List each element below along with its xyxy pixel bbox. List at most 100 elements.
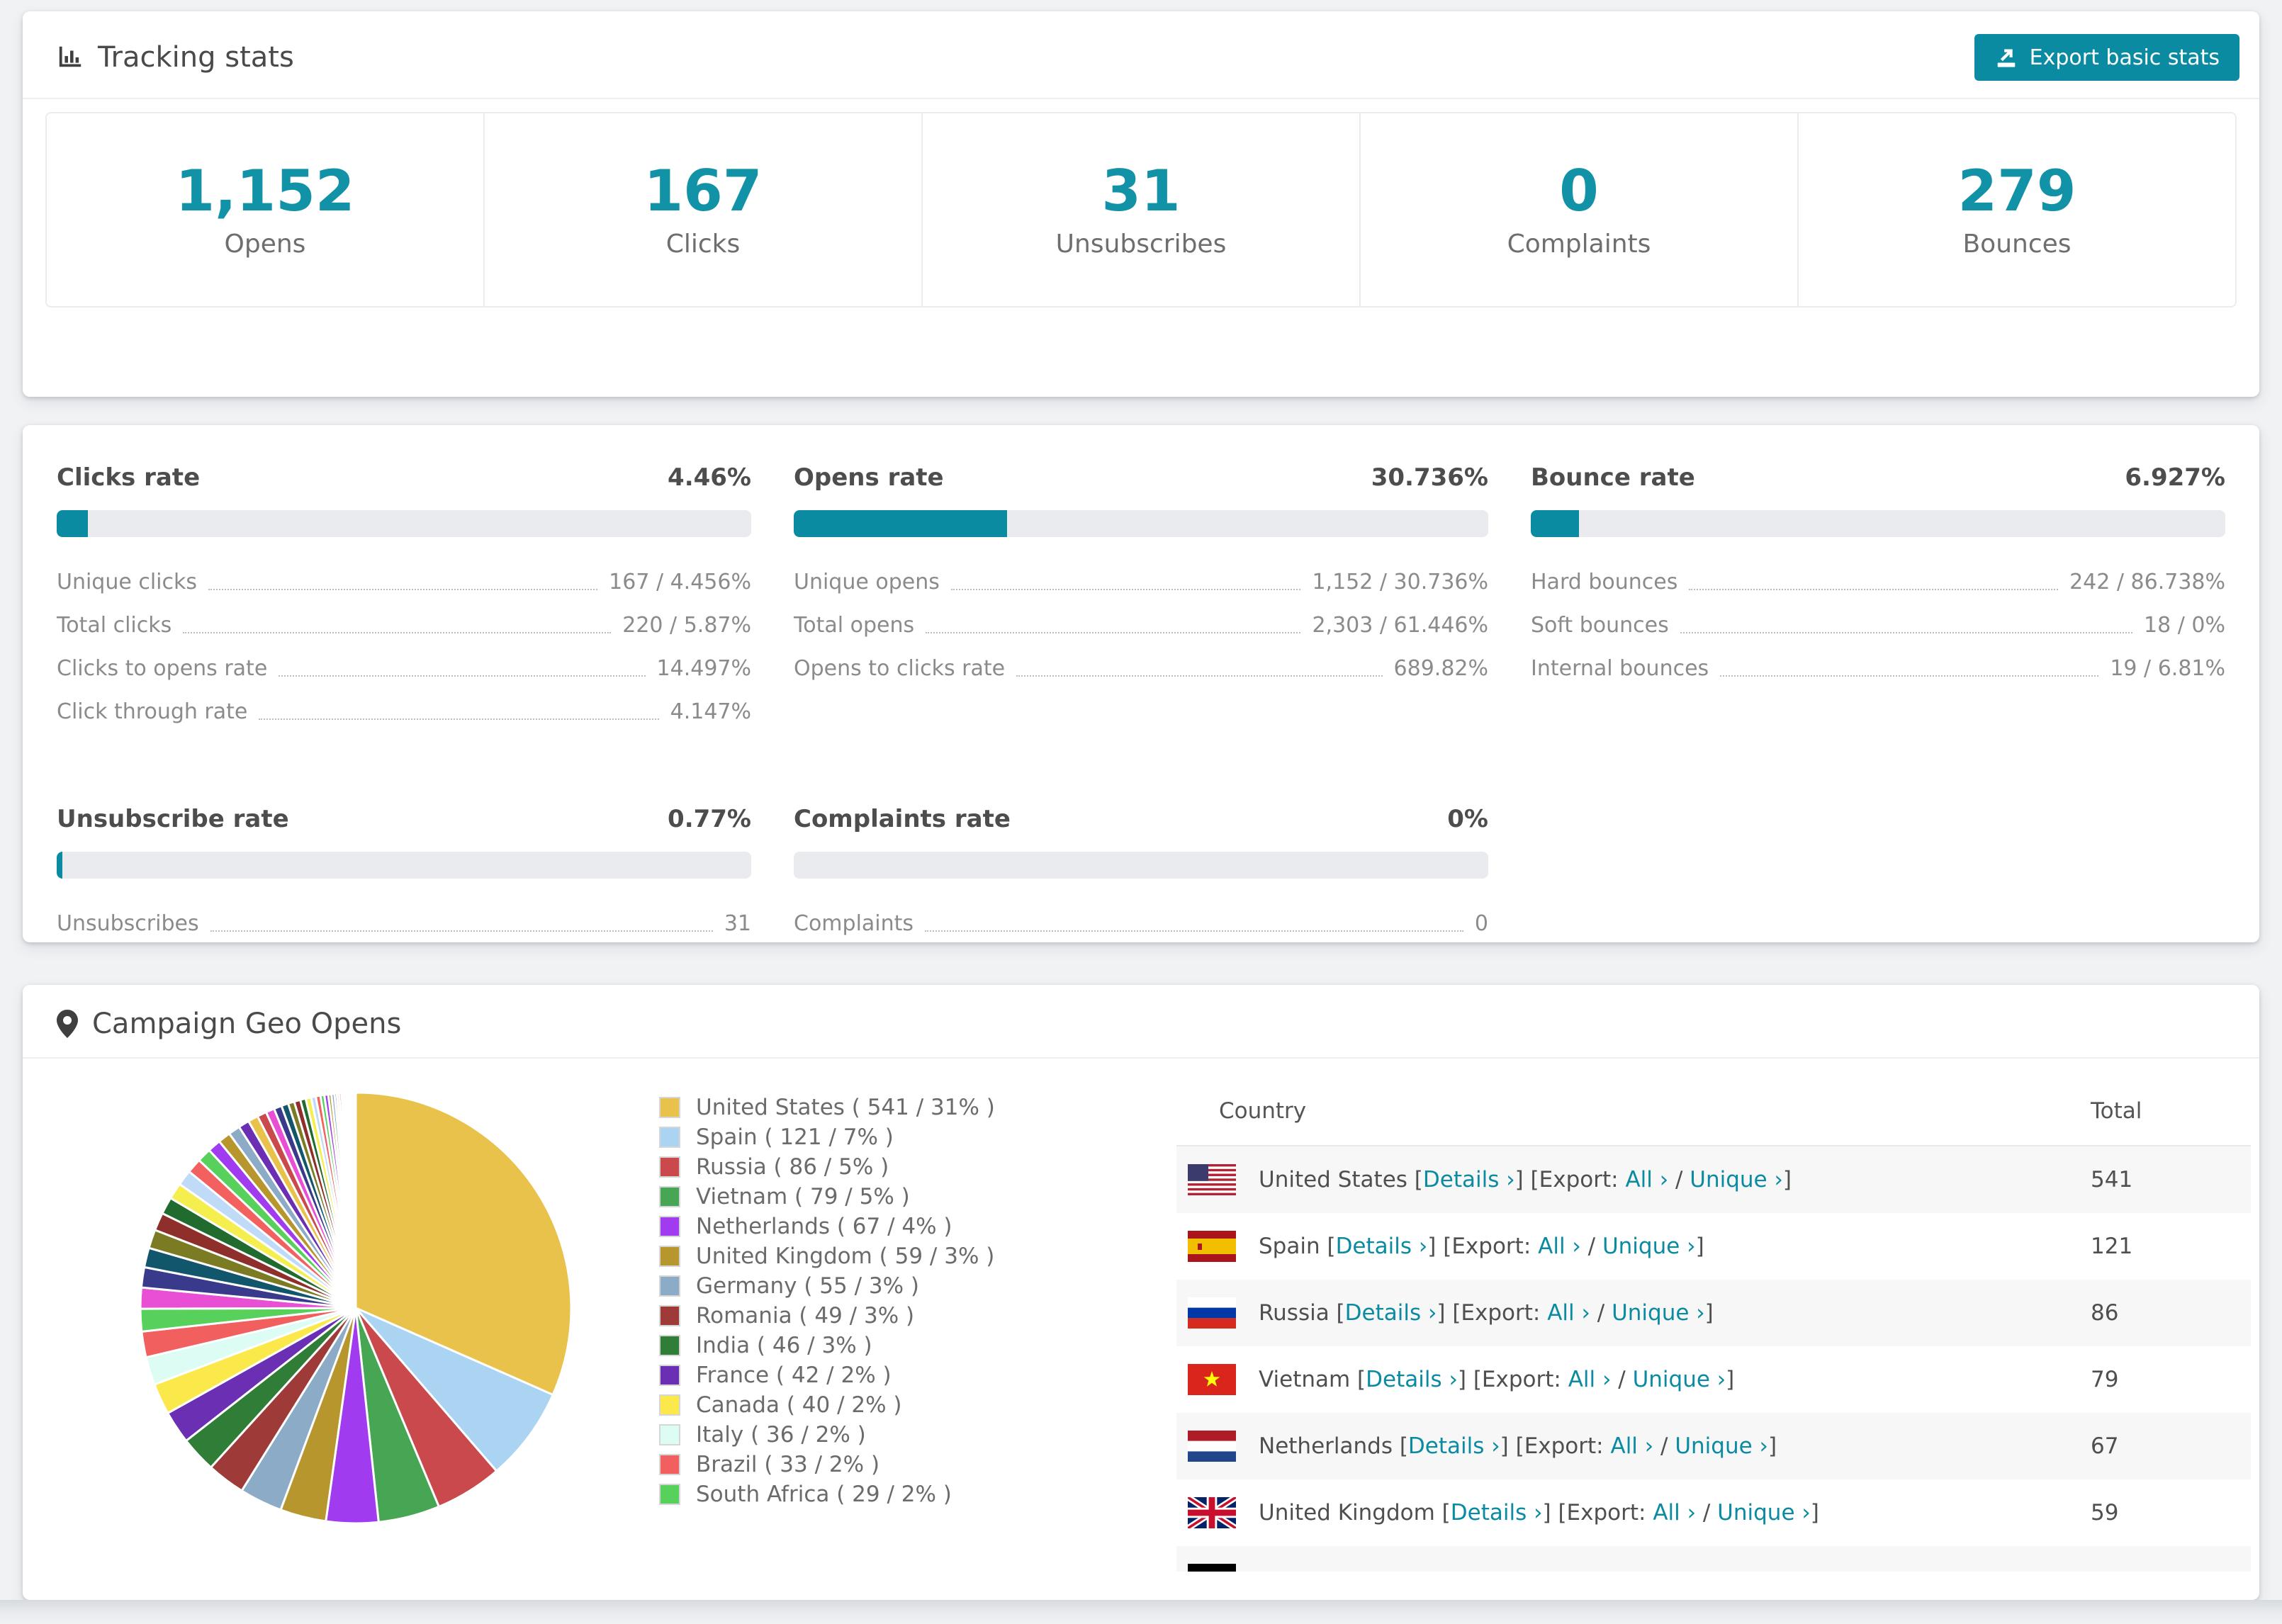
rate-detail-rows: Hard bounces 242 / 86.738% Soft bounces 18 … — [1531, 570, 2225, 681]
rate-row-click-through-rate: Click through rate 4.147% — [57, 699, 751, 724]
header-divider — [23, 98, 2259, 99]
legend-item-romania: Romania ( 49 / 3% ) — [659, 1301, 995, 1331]
total-cell: 67 — [2091, 1433, 2119, 1459]
export-all-link[interactable]: All › — [1625, 1167, 1668, 1192]
legend-item-france: France ( 42 / 2% ) — [659, 1360, 995, 1390]
rate-row-opens-to-clicks-rate: Opens to clicks rate 689.82% — [794, 656, 1488, 681]
rate-detail-rows: Unique opens 1,152 / 30.736% Total opens 2,… — [794, 570, 1488, 681]
rate-progress-track — [1531, 510, 2225, 537]
pie-legend: United States ( 541 / 31% ) Spain ( 121 /… — [659, 1093, 995, 1509]
page-title-label: Tracking stats — [98, 41, 294, 74]
rate-row-value: 167 / 4.456% — [609, 570, 751, 594]
legend-label: United Kingdom ( 59 / 3% ) — [696, 1244, 995, 1269]
rate-row-unique-opens: Unique opens 1,152 / 30.736% — [794, 570, 1488, 594]
stat-value: 1,152 — [175, 157, 355, 224]
tracking-stats-header: Tracking stats Export basic stats — [23, 11, 2259, 98]
rate-panel-clicks-rate: Clicks rate 4.46% Unique clicks 167 / 4.456… — [57, 463, 751, 743]
stat-value: 31 — [1101, 157, 1181, 224]
stat-label: Opens — [224, 229, 306, 259]
legend-label: South Africa ( 29 / 2% ) — [696, 1482, 952, 1507]
pie-slice-other-59[interactable] — [354, 1091, 357, 1309]
export-unique-link[interactable]: Unique › — [1633, 1367, 1726, 1392]
rate-panel-complaints-rate: Complaints rate 0% Complaints 0 — [794, 805, 1488, 942]
legend-item-canada: Canada ( 40 / 2% ) — [659, 1390, 995, 1420]
country-details-link[interactable]: Details › — [1451, 1500, 1543, 1526]
rate-progress-fill — [57, 852, 62, 879]
legend-item-south-africa: South Africa ( 29 / 2% ) — [659, 1479, 995, 1509]
export-unique-link[interactable]: Unique › — [1717, 1500, 1811, 1526]
us-flag-icon — [1188, 1164, 1236, 1195]
legend-label: Germany ( 55 / 3% ) — [696, 1273, 920, 1299]
stat-value: 279 — [1957, 157, 2076, 224]
dotted-leader — [925, 930, 1463, 932]
rate-row-value: 18 / 0% — [2144, 613, 2225, 638]
country-details-link[interactable]: Details › — [1423, 1167, 1515, 1192]
rate-detail-rows: Unique clicks 167 / 4.456% Total clicks 220… — [57, 570, 751, 724]
rate-row-label: Clicks to opens rate — [57, 656, 268, 681]
export-unique-link[interactable]: Unique › — [1612, 1300, 1705, 1326]
legend-swatch — [659, 1484, 680, 1505]
stat-box-unsubscribes: 31 Unsubscribes — [923, 113, 1361, 306]
stat-label: Unsubscribes — [1055, 229, 1227, 259]
dotted-leader — [950, 589, 1301, 590]
country-cell: United Kingdom [Details ›] [Export: All … — [1259, 1500, 1819, 1526]
geo-table-header-row: Country Total — [1176, 1084, 2251, 1146]
stat-label: Bounces — [1962, 229, 2072, 259]
dotted-leader — [1680, 632, 2133, 633]
export-unique-link[interactable]: Unique › — [1675, 1433, 1768, 1459]
rate-panel-unsubscribe-rate: Unsubscribe rate 0.77% Unsubscribes 31 — [57, 805, 751, 942]
rate-row-label: Total clicks — [57, 613, 172, 638]
legend-label: Netherlands ( 67 / 4% ) — [696, 1214, 952, 1239]
rate-row-value: 689.82% — [1393, 656, 1488, 681]
legend-swatch — [659, 1216, 680, 1237]
rate-row-label: Opens to clicks rate — [794, 656, 1006, 681]
export-basic-stats-button[interactable]: Export basic stats — [1974, 34, 2239, 81]
rate-detail-rows: Complaints 0 — [794, 911, 1488, 936]
rate-row-label: Click through rate — [57, 699, 248, 724]
dotted-leader — [208, 589, 598, 590]
total-cell: 541 — [2091, 1167, 2133, 1192]
page-bottom-band — [0, 1600, 2282, 1624]
rate-value: 6.927% — [2125, 463, 2225, 492]
rate-progress-fill — [794, 510, 1008, 537]
legend-item-vietnam: Vietnam ( 79 / 5% ) — [659, 1182, 995, 1212]
export-all-link[interactable]: All › — [1653, 1500, 1696, 1526]
rate-value: 30.736% — [1371, 463, 1488, 492]
geo-opens-title: Campaign Geo Opens — [57, 1008, 401, 1040]
geo-opens-card: Campaign Geo Opens United States ( 541 /… — [23, 985, 2259, 1600]
geo-opens-table: Country Total United States [Details ›] … — [1176, 1084, 2251, 1572]
export-all-link[interactable]: All › — [1547, 1300, 1590, 1326]
geo-table-row-netherlands: Netherlands [Details ›] [Export: All › /… — [1176, 1413, 2251, 1479]
export-all-link[interactable]: All › — [1568, 1367, 1612, 1392]
rates-card: Clicks rate 4.46% Unique clicks 167 / 4.456… — [23, 425, 2259, 942]
geo-opens-title-label: Campaign Geo Opens — [92, 1008, 402, 1040]
geo-table-row-vietnam: Vietnam [Details ›] [Export: All › / Uni… — [1176, 1346, 2251, 1413]
dotted-leader — [183, 632, 612, 633]
country-details-link[interactable]: Details › — [1336, 1234, 1428, 1259]
rate-panel-bounce-rate: Bounce rate 6.927% Hard bounces 242 / 86.73… — [1531, 463, 2225, 743]
rate-title: Opens rate — [794, 463, 944, 492]
rate-row-value: 31 — [724, 911, 751, 936]
export-all-link[interactable]: All › — [1610, 1433, 1653, 1459]
rate-head: Clicks rate 4.46% — [57, 463, 751, 492]
tracking-stats-card: Tracking stats Export basic stats 1,152 O… — [23, 11, 2259, 397]
country-details-link[interactable]: Details › — [1366, 1367, 1458, 1392]
country-details-link[interactable]: Details › — [1408, 1433, 1500, 1459]
legend-item-spain: Spain ( 121 / 7% ) — [659, 1122, 995, 1152]
legend-label: Vietnam ( 79 / 5% ) — [696, 1184, 910, 1209]
country-details-link[interactable]: Details › — [1345, 1300, 1437, 1326]
legend-label: Romania ( 49 / 3% ) — [696, 1303, 915, 1329]
dotted-leader — [1689, 589, 2059, 590]
rate-row-label: Unique clicks — [57, 570, 198, 594]
export-unique-link[interactable]: Unique › — [1690, 1167, 1783, 1192]
rate-value: 0.77% — [668, 805, 751, 833]
rate-row-label: Total opens — [794, 613, 915, 638]
de-flag-icon — [1188, 1564, 1236, 1572]
geo-opens-pie-chart[interactable] — [129, 1081, 583, 1535]
legend-item-germany: Germany ( 55 / 3% ) — [659, 1271, 995, 1301]
export-unique-link[interactable]: Unique › — [1602, 1234, 1696, 1259]
export-all-link[interactable]: All › — [1538, 1234, 1581, 1259]
rate-row-unique-clicks: Unique clicks 167 / 4.456% — [57, 570, 751, 594]
rate-panel-opens-rate: Opens rate 30.736% Unique opens 1,152 / 30.… — [794, 463, 1488, 743]
dotted-leader — [210, 930, 713, 932]
